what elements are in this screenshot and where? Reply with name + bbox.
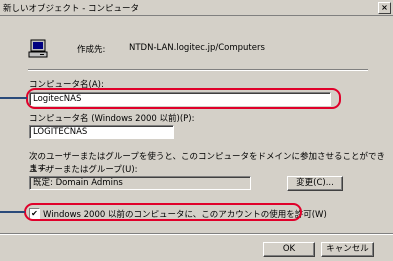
- user-group-field: 既定: Domain Admins: [29, 176, 251, 190]
- title-bar: 新しいオブジェクト - コンピュータ ×: [0, 0, 393, 16]
- prewin2000-name-input[interactable]: LOGITECNAS: [29, 125, 174, 139]
- callout-line-checkbox: [0, 211, 25, 213]
- create-in-label: 作成先:: [77, 45, 106, 55]
- ok-button[interactable]: OK: [263, 242, 315, 257]
- change-button[interactable]: 変更(C)...: [287, 176, 343, 191]
- prewin2000-name-label: コンピュータ名 (Windows 2000 以前)(P):: [29, 114, 195, 124]
- new-computer-dialog: 新しいオブジェクト - コンピュータ × 作成先: NTDN-LAN.logit…: [0, 0, 393, 261]
- footer-divider: [0, 233, 393, 235]
- window-title: 新しいオブジェクト - コンピュータ: [3, 4, 139, 14]
- cancel-button[interactable]: キャンセル: [321, 242, 374, 257]
- divider: [28, 69, 368, 71]
- callout-line-computer-name: [0, 97, 27, 99]
- close-button[interactable]: ×: [378, 2, 391, 14]
- create-in-path: NTDN-LAN.logitec.jp/Computers: [129, 43, 265, 53]
- highlight-computer-name: [26, 88, 341, 109]
- highlight-prewin2000-checkbox: [24, 203, 302, 221]
- user-group-label: ユーザーまたはグループ(U):: [29, 165, 138, 175]
- computer-icon: [28, 39, 48, 58]
